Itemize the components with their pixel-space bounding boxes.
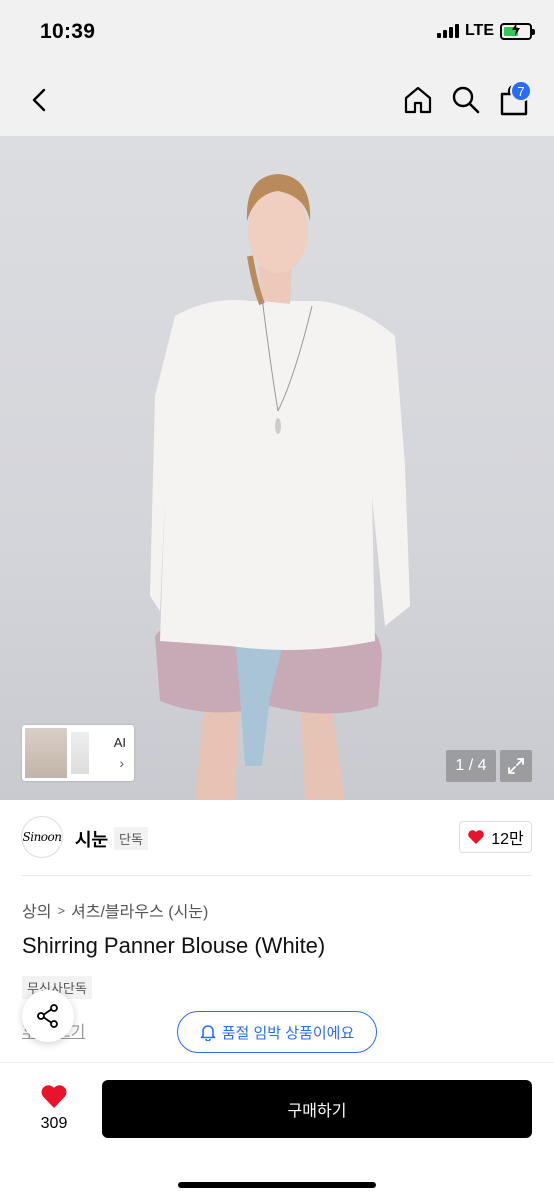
share-icon	[37, 1004, 58, 1028]
battery-icon	[500, 21, 535, 40]
breadcrumb-item[interactable]: 셔츠/블라우스 (시눈)	[71, 898, 208, 922]
signal-icon	[436, 24, 459, 38]
brand-like-count: 12만	[491, 831, 524, 848]
status-time: 10:39	[40, 20, 96, 43]
soldout-notice-text: 품절 임박 상품이에요	[221, 1024, 355, 1042]
home-icon[interactable]	[402, 84, 434, 116]
gallery-thumbnail[interactable]	[25, 728, 67, 778]
chevron-right-icon: ›	[119, 755, 124, 771]
status-indicators: LTE	[436, 21, 535, 40]
heart-icon	[468, 830, 485, 844]
brand-like-button[interactable]: 12만	[459, 821, 532, 853]
product-title: Shirring Panner Blouse (White)	[22, 933, 326, 958]
expand-button[interactable]	[500, 750, 532, 782]
product-image[interactable]: AI › 1 / 4	[0, 136, 554, 800]
wish-count: 309	[40, 1115, 68, 1132]
gallery-thumbnail-small[interactable]	[71, 732, 89, 774]
status-bar: 10:39 LTE	[0, 0, 554, 64]
page-indicator: 1 / 4	[446, 750, 496, 782]
ai-label: AI	[113, 735, 126, 750]
bottom-action-bar: 309 구매하기	[0, 1062, 554, 1200]
gallery-thumbnail-strip[interactable]: AI ›	[22, 725, 134, 781]
brand-name[interactable]: 시눈	[75, 826, 108, 852]
navigation-bar: 7	[0, 64, 554, 136]
heart-icon[interactable]	[40, 1083, 68, 1109]
chevron-right-icon: >	[57, 902, 66, 918]
chevron-left-icon[interactable]	[26, 86, 54, 114]
buy-button[interactable]: 구매하기	[102, 1080, 532, 1138]
soldout-notice[interactable]: 품절 임박 상품이에요	[177, 1011, 377, 1053]
network-label: LTE	[464, 22, 494, 39]
breadcrumb: 상의 > 셔츠/블라우스 (시눈)	[22, 898, 208, 922]
divider	[22, 875, 532, 876]
model-photo	[150, 174, 410, 800]
brand-exclusive-tag: 단독	[114, 827, 148, 850]
expand-icon	[508, 758, 524, 774]
breadcrumb-item[interactable]: 상의	[22, 898, 51, 922]
brand-row: Sinoon 시눈 단독 12만	[0, 800, 554, 876]
share-button[interactable]	[22, 990, 74, 1042]
brand-logo[interactable]: Sinoon	[21, 816, 63, 858]
search-icon[interactable]	[450, 84, 482, 116]
cart-count-badge: 7	[510, 80, 532, 102]
bell-icon	[200, 1025, 216, 1041]
home-indicator	[178, 1182, 376, 1188]
